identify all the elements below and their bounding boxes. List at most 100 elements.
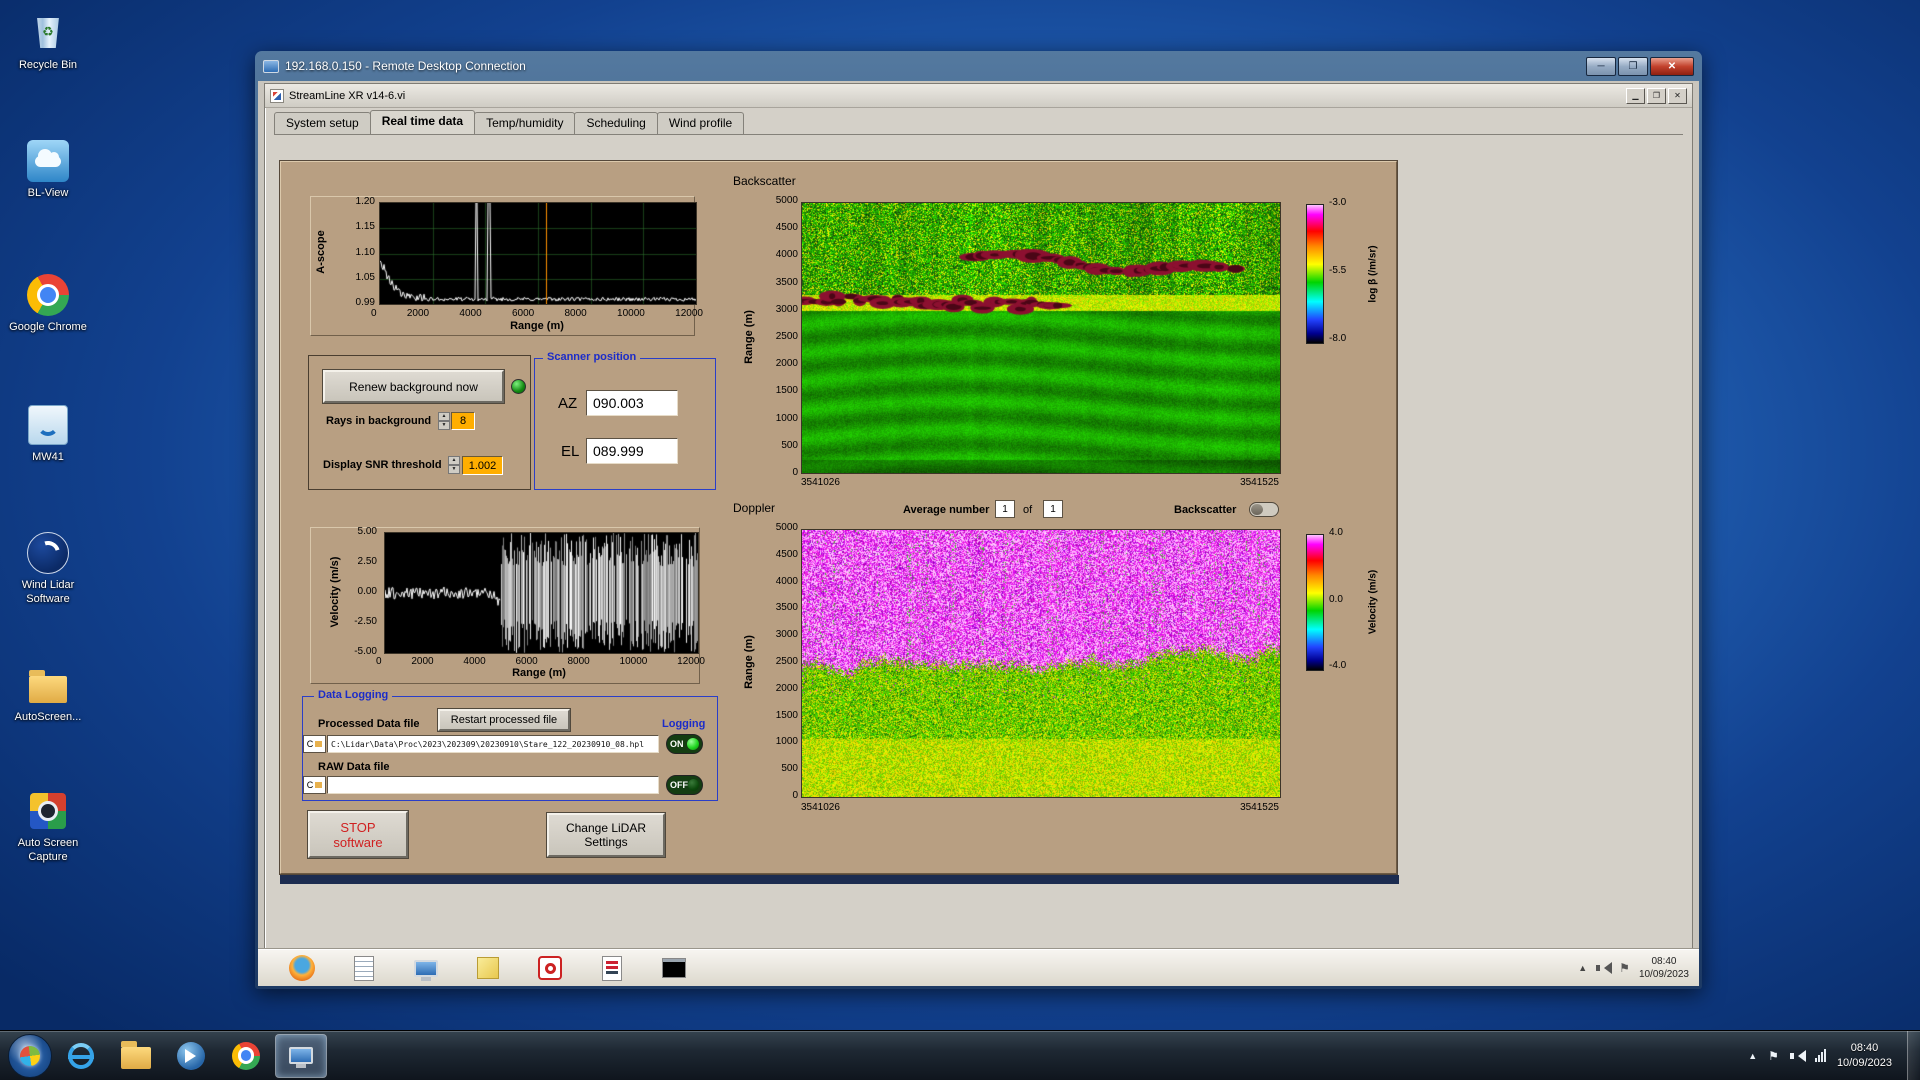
rdp-maximize-button[interactable]: ❐ [1618,56,1648,76]
tick: 4500 [775,548,798,560]
el-value-field[interactable]: 089.999 [586,438,678,464]
show-desktop-button[interactable] [1907,1030,1920,1080]
raw-path-input[interactable] [327,776,659,794]
backscatter-y-axis-label: Range (m) [743,310,755,364]
taskbar-chrome[interactable] [220,1034,272,1078]
led-on-dot [687,738,699,750]
az-value-field[interactable]: 090.003 [586,390,678,416]
desktop-icon-wind-lidar[interactable]: Wind Lidar Software [2,530,94,607]
stop-software-button[interactable]: STOP software [308,811,408,858]
tick: 1.05 [355,271,375,283]
desktop-icon-auto-screen-capture[interactable]: Auto Screen Capture [2,788,94,865]
average-count-field[interactable]: 1 [1043,500,1063,518]
host-clock[interactable]: 08:40 10/09/2023 [1837,1041,1892,1071]
change-lidar-settings-button[interactable]: Change LiDAR Settings [547,813,665,857]
processed-logging-led[interactable]: ON [666,734,703,754]
doppler-x-end: 3541525 [1240,802,1279,813]
rays-in-background-label: Rays in background [326,415,432,427]
media-player-icon [177,1041,205,1070]
tick: 12000 [675,308,703,319]
hidden-icons-arrow[interactable]: ▲ [1748,1051,1757,1061]
app-close-button[interactable]: ✕ [1668,87,1687,104]
raw-drive-selector[interactable]: C [303,776,326,794]
tick: 5000 [775,522,798,533]
remote-clock[interactable]: 08:40 10/09/2023 [1639,955,1689,981]
desktop-icon-mw41[interactable]: MW41 [2,402,94,465]
tab-system-setup[interactable]: System setup [274,112,371,134]
doppler-colorbar-label: Velocity (m/s) [1367,569,1379,635]
tick: 0 [376,656,382,667]
tick: 4000 [775,249,798,261]
quicklaunch-remote-desktop-icon[interactable] [412,954,440,982]
taskbar-windows-explorer[interactable] [110,1034,162,1078]
rdp-minimize-button[interactable]: ─ [1586,56,1616,76]
snr-spinner[interactable]: ▲ ▼ [448,456,460,474]
tab-scheduling[interactable]: Scheduling [574,112,658,134]
quicklaunch-terminal-icon[interactable] [660,954,688,982]
az-label: AZ [558,395,578,412]
quicklaunch-power-icon[interactable] [536,954,564,982]
tick: 0 [371,308,377,319]
network-icon[interactable] [1814,1049,1826,1062]
remote-hidden-icons-arrow[interactable]: ▲ [1578,963,1587,973]
backscatter-heatmap-canvas [801,202,1281,474]
tick: 2.50 [357,556,377,567]
remote-clock-time: 08:40 [1651,956,1677,967]
app-titlebar[interactable]: StreamLine XR v14-6.vi ▁ ❐ ✕ [265,84,1692,108]
quicklaunch-xr-document-icon[interactable] [598,954,626,982]
desktop-icon-autoscreen[interactable]: AutoScreen... [2,662,94,725]
scanner-position-group [534,358,716,490]
desktop-icon-google-chrome[interactable]: Google Chrome [2,272,94,335]
backscatter-toggle-switch[interactable] [1249,502,1279,517]
app-restore-button[interactable]: ❐ [1647,87,1666,104]
tick: 8000 [564,308,587,319]
rdp-close-button[interactable]: ✕ [1650,56,1694,76]
start-button[interactable] [8,1033,52,1078]
quicklaunch-firefox-icon[interactable] [288,954,316,982]
average-number-field[interactable]: 1 [995,500,1015,518]
snr-value-field[interactable]: 1.002 [462,456,503,475]
bl-view-icon [25,138,71,184]
remote-volume-icon[interactable] [1596,962,1613,974]
tab-wind-profile[interactable]: Wind profile [656,112,745,134]
raw-logging-led[interactable]: OFF [666,775,703,795]
rdp-window: 192.168.0.150 - Remote Desktop Connectio… [255,51,1702,989]
host-taskbar: ▲ ⚑ 08:40 10/09/2023 [0,1030,1920,1080]
rays-spinner[interactable]: ▲ ▼ [438,412,450,430]
folder-mini-icon [315,741,323,747]
volume-icon[interactable] [1789,1049,1806,1062]
quicklaunch-sticky-notes-icon[interactable] [474,954,502,982]
processed-path-input[interactable] [327,735,659,753]
remote-flag-icon[interactable]: ⚑ [1619,961,1630,975]
tick: 0 [792,789,798,801]
tick: 4000 [463,656,486,667]
tick: 2000 [411,656,434,667]
processed-drive-selector[interactable]: C [303,735,326,753]
taskbar-remote-desktop-active[interactable] [275,1033,327,1078]
tab-temp-humidity[interactable]: Temp/humidity [474,112,576,134]
desktop-icon-label: Recycle Bin [18,59,78,71]
rdp-titlebar[interactable]: 192.168.0.150 - Remote Desktop Connectio… [255,51,1702,81]
tick: 3000 [775,303,798,315]
remote-clock-date: 10/09/2023 [1638,969,1689,980]
doppler-colorbar-ticks: 4.0 0.0 -4.0 [1329,528,1359,671]
restart-processed-file-button[interactable]: Restart processed file [438,709,570,731]
scanner-position-title: Scanner position [543,351,641,363]
desktop-icon-recycle-bin[interactable]: ♻ Recycle Bin [2,10,94,73]
app-minimize-button[interactable]: ▁ [1626,87,1645,104]
doppler-y-axis-label: Range (m) [743,635,755,689]
tab-real-time-data[interactable]: Real time data [369,110,476,134]
tick: 3000 [775,629,798,641]
renew-background-button[interactable]: Renew background now [323,370,504,403]
backscatter-colorbar-label: log β (/m/sr) [1367,245,1379,303]
action-center-flag-icon[interactable]: ⚑ [1768,1049,1779,1063]
windows-logo-icon [18,1044,42,1067]
taskbar-internet-explorer[interactable] [55,1034,107,1078]
desktop-icon-bl-view[interactable]: BL-View [2,138,94,201]
tick: 8000 [567,656,590,667]
folder-icon [25,662,71,708]
quicklaunch-notepad-icon[interactable] [350,954,378,982]
desktop-icon-label: Google Chrome [9,321,87,333]
taskbar-media-player[interactable] [165,1034,217,1078]
rays-value-field[interactable]: 8 [451,412,475,430]
